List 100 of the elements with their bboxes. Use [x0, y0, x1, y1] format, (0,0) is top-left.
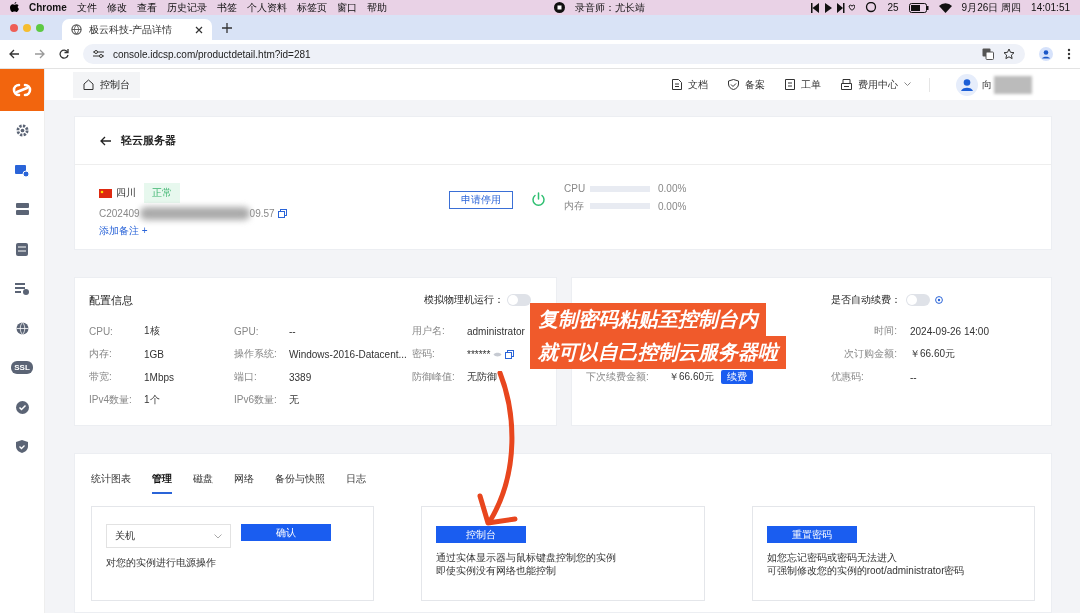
shield-icon	[16, 440, 28, 454]
nav-link[interactable]: 文档	[672, 77, 708, 92]
star-icon[interactable]	[1003, 48, 1015, 60]
browser-tab[interactable]: 极云科技-产品详情	[62, 19, 212, 40]
field-value: --	[910, 371, 917, 383]
field-label: IPv6数量:	[234, 393, 278, 407]
avatar-icon[interactable]	[956, 73, 978, 96]
field-label: 带宽:	[89, 370, 113, 384]
field-value: administrator	[467, 325, 525, 337]
field-value: ******	[467, 348, 491, 360]
instance-id: 09.57	[249, 208, 275, 219]
console-button[interactable]: 控制台	[73, 71, 140, 98]
record-icon[interactable]	[553, 2, 565, 13]
apple-icon[interactable]	[10, 2, 19, 13]
menu-item[interactable]: 修改	[106, 0, 127, 15]
check-badge-icon	[15, 400, 29, 414]
action-button[interactable]: 确认	[241, 524, 331, 541]
site-settings-icon[interactable]	[93, 49, 104, 59]
copy-icon[interactable]	[277, 209, 287, 218]
menu-item[interactable]: 标签页	[296, 0, 327, 15]
address-field[interactable]: console.idcsp.com/productdetail.htm?id=281	[83, 44, 1025, 64]
translate-icon[interactable]	[982, 48, 994, 60]
menu-item[interactable]: 窗口	[336, 0, 357, 15]
menu-item[interactable]: 个人资料	[246, 0, 287, 15]
field-value: ￥66.60元	[910, 347, 956, 361]
close-icon[interactable]	[195, 25, 203, 34]
menu-item[interactable]: 查看	[136, 0, 157, 15]
wifi-icon[interactable]	[938, 2, 952, 13]
caret-icon	[214, 533, 222, 539]
field-value: 1Mbps	[144, 371, 174, 383]
toggle-label: 是否自动续费：	[831, 293, 901, 307]
field-value: 1核	[144, 324, 160, 338]
copy-icon[interactable]	[505, 349, 515, 359]
toggle-label: 模拟物理机运行：	[424, 293, 504, 307]
stop-button[interactable]: 申请停用	[449, 191, 513, 209]
field-label: GPU:	[234, 325, 260, 337]
tab[interactable]: 日志	[346, 466, 366, 494]
nav-link[interactable]: 费用中心	[841, 77, 911, 92]
help-icon[interactable]	[935, 296, 943, 304]
field-label: 密码:	[412, 347, 436, 361]
caption-banner: 复制密码粘贴至控制台内	[530, 303, 766, 336]
more-icon[interactable]	[1067, 48, 1071, 60]
power-select[interactable]: 关机	[106, 524, 231, 548]
field-label: CPU:	[89, 325, 114, 337]
media-controls-icon[interactable]	[811, 2, 856, 13]
globe-icon	[15, 321, 29, 335]
add-note-link[interactable]: 添加备注 +	[99, 224, 449, 238]
new-tab-icon[interactable]	[222, 22, 232, 33]
reload-icon[interactable]	[59, 49, 69, 59]
field-value: 无	[289, 393, 299, 407]
list-icon	[15, 282, 29, 296]
caret-icon	[904, 82, 911, 87]
server-icon	[15, 163, 29, 177]
page-title: 轻云服务器	[121, 133, 176, 148]
action-button[interactable]: 控制台	[436, 526, 527, 543]
tab[interactable]: 网络	[234, 466, 254, 494]
logo[interactable]	[0, 69, 44, 111]
window-controls-icon[interactable]	[10, 23, 44, 32]
shield-check-icon	[728, 79, 739, 90]
back-icon[interactable]	[9, 49, 20, 59]
flag-icon	[99, 188, 112, 198]
stack-icon	[15, 203, 29, 217]
tab[interactable]: 磁盘	[193, 466, 213, 494]
field-label: 时间:	[873, 324, 898, 338]
nav-link[interactable]: 工单	[785, 77, 821, 92]
menu-item[interactable]: 历史记录	[166, 0, 207, 15]
home-icon	[83, 79, 94, 90]
renew-button[interactable]: 续费	[721, 370, 754, 384]
forward-icon[interactable]	[34, 49, 45, 59]
menu-item[interactable]: 书签	[216, 0, 237, 15]
action-button[interactable]: 重置密码	[766, 526, 857, 543]
profile-icon[interactable]	[1039, 47, 1053, 61]
panel-description: 对您的实例进行电源操作	[106, 556, 217, 569]
field-value: 无防御	[467, 370, 497, 384]
meter-reading: 0.00%	[658, 200, 687, 212]
app-menu[interactable]: Chrome	[29, 2, 67, 13]
field-label: 次订购金额:	[843, 347, 898, 361]
menu-item[interactable]: 帮助	[366, 0, 387, 15]
chat-icon[interactable]	[865, 2, 878, 13]
field-label: 内存:	[89, 347, 113, 361]
field-value: Windows-2016-Datacent...	[289, 348, 407, 360]
user-name[interactable]: 向	[982, 77, 992, 92]
battery-icon	[908, 2, 929, 13]
tab[interactable]: 管理	[152, 466, 172, 494]
panel-description: 如您忘记密码或密码无法进入	[766, 551, 898, 564]
field-value: 2024-09-26 14:00	[910, 325, 989, 337]
field-label: 操作系统:	[234, 347, 278, 361]
nav-link[interactable]: 备案	[728, 77, 765, 92]
tab[interactable]: 统计图表	[91, 466, 131, 494]
menu-item[interactable]: 文件	[76, 0, 97, 15]
toggle-switch[interactable]	[507, 294, 531, 306]
tab[interactable]: 备份与快照	[275, 466, 325, 494]
back-arrow-icon[interactable]	[100, 135, 112, 146]
field-value: 1GB	[144, 348, 164, 360]
toggle-switch[interactable]	[906, 294, 930, 306]
region-label: 四川	[116, 186, 136, 200]
sidebar-item[interactable]: SSL	[0, 348, 44, 388]
redacted-block	[994, 75, 1032, 94]
panel-description: 通过实体显示器与鼠标键盘控制您的实例	[436, 551, 618, 564]
field-label: 用户名:	[412, 324, 446, 338]
